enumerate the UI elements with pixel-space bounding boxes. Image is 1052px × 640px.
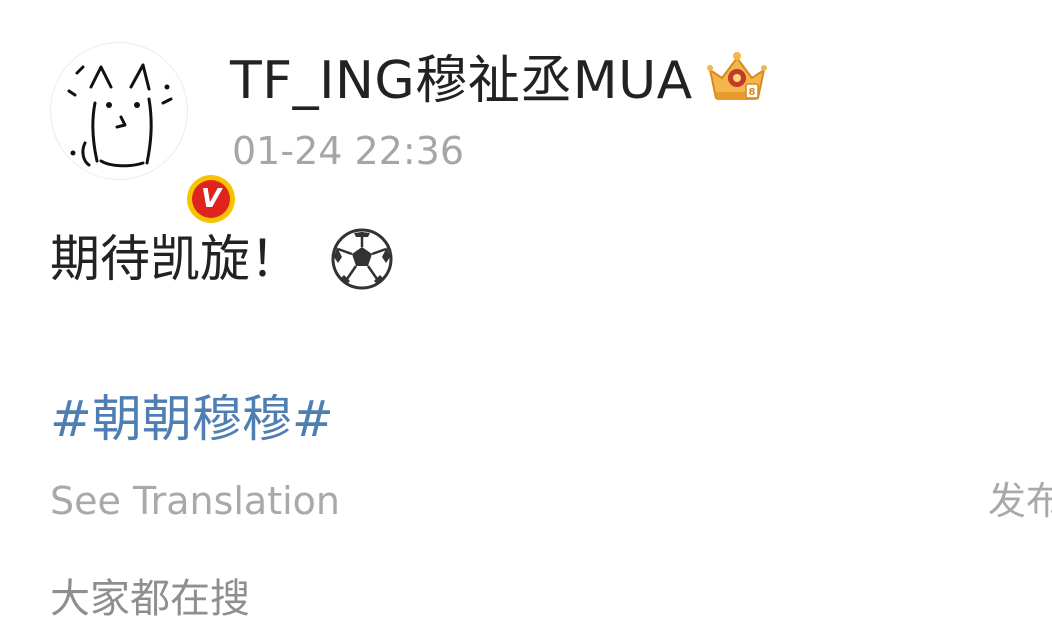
verified-badge: V <box>187 175 235 223</box>
author-name[interactable]: TF_ING穆祉丞MUA <box>230 50 693 112</box>
verified-badge-label: V <box>192 180 230 218</box>
post-hashtag-link[interactable]: #朝朝穆穆# <box>50 388 334 450</box>
see-translation-link[interactable]: See Translation <box>50 478 340 524</box>
soccer-ball-icon <box>331 228 393 290</box>
doodle-cat-icon <box>67 63 173 168</box>
svg-text:8: 8 <box>749 87 756 98</box>
author-avatar[interactable]: V <box>50 42 235 223</box>
post-timestamp: 01-24 22:36 <box>232 129 465 173</box>
post-screen: V TF_ING穆祉丞MUA 8 01-24 22:36 期待凯旋！ #朝朝穆穆… <box>0 0 1052 640</box>
post-body-text: 期待凯旋！ <box>50 230 300 288</box>
crown-badge-icon[interactable]: 8 <box>704 48 770 106</box>
trending-searches-heading: 大家都在搜 <box>50 576 250 622</box>
publish-label: 发布 <box>988 479 1052 523</box>
